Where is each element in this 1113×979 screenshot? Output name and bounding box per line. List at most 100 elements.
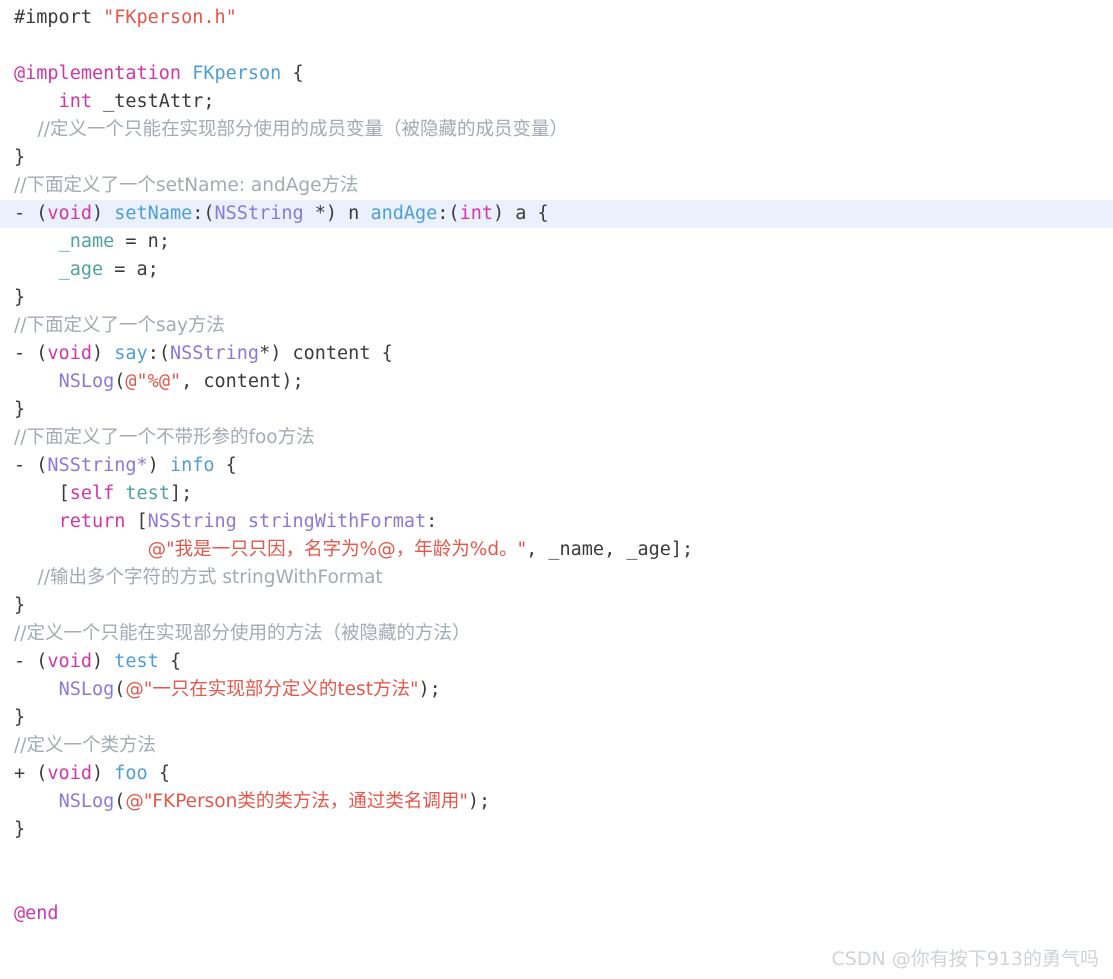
- code-line-3: @implementation FKperson {: [0, 60, 1113, 88]
- bracket-close: ];: [670, 539, 694, 560]
- punctuation: ): [91, 651, 115, 672]
- open-brace: {: [147, 763, 170, 784]
- selector-setname: setName: [114, 203, 193, 224]
- void-keyword: void: [47, 203, 92, 224]
- ivar-name: _name: [58, 231, 115, 252]
- test-message: test: [125, 483, 170, 504]
- class-name: FKperson: [192, 63, 282, 84]
- code-line-16: //下面定义了一个不带形参的foo方法: [0, 424, 1113, 452]
- open-brace: {: [281, 63, 304, 84]
- code-line-29: NSLog(@"FKPerson类的类方法，通过类名调用");: [0, 788, 1113, 816]
- punctuation: :(: [147, 343, 170, 364]
- chinese-log-string: @"一只在实现部分定义的test方法": [125, 679, 419, 700]
- code-line-20: @"我是一只只因，名字为%@，年龄为%d。", _name, _age];: [0, 536, 1113, 564]
- bracket-open: [: [125, 511, 148, 532]
- code-line-7: //下面定义了一个setName: andAge方法: [0, 172, 1113, 200]
- code-line-8-highlighted[interactable]: - (void) setName:(NSString *) n andAge:(…: [0, 200, 1113, 228]
- nsstring-type: NSString: [214, 203, 304, 224]
- punctuation: *) n: [303, 203, 371, 224]
- int-keyword: int: [58, 91, 92, 112]
- punctuation: );: [467, 791, 491, 812]
- selector-test: test: [114, 651, 159, 672]
- code-line-17: - (NSString*) info {: [0, 452, 1113, 480]
- nslog-call: NSLog: [58, 791, 115, 812]
- code-line-18: [self test];: [0, 480, 1113, 508]
- code-line-23: //定义一个只能在实现部分使用的方法（被隐藏的方法）: [0, 620, 1113, 648]
- punctuation: :(: [437, 203, 460, 224]
- implementation-keyword: @implementation: [14, 63, 182, 84]
- instance-method-dash: - (: [14, 343, 48, 364]
- code-line-30: }: [0, 816, 1113, 844]
- arguments: , content);: [181, 371, 304, 392]
- code-editor-pane: #import "FKperson.h" @implementation FKp…: [0, 0, 1113, 979]
- code-line-6: }: [0, 144, 1113, 172]
- import-header-string: "FKperson.h": [103, 7, 237, 28]
- bracket-open: [: [58, 483, 70, 504]
- selector-foo: foo: [114, 763, 148, 784]
- code-line-22: }: [0, 592, 1113, 620]
- punctuation: (: [114, 371, 126, 392]
- punctuation: ) a {: [492, 203, 549, 224]
- nsstring-type: NSString: [169, 343, 260, 364]
- code-line-11: }: [0, 284, 1113, 312]
- colon: :: [426, 511, 438, 532]
- punctuation: ): [91, 203, 115, 224]
- comment-class-method-note: //定义一个类方法: [14, 735, 156, 756]
- assignment: = a;: [103, 259, 159, 280]
- end-directive: @end: [14, 903, 59, 924]
- code-line-1: #import "FKperson.h": [0, 4, 1113, 32]
- arg-age: _age: [626, 539, 671, 560]
- close-brace: }: [14, 399, 26, 420]
- csdn-watermark: CSDN @你有按下913的勇气吗: [831, 948, 1099, 970]
- code-line-19: return [NSString stringWithFormat:: [0, 508, 1113, 536]
- self-keyword: self: [69, 483, 115, 504]
- code-line-14: NSLog(@"%@", content);: [0, 368, 1113, 396]
- code-line-25: NSLog(@"一只在实现部分定义的test方法");: [0, 676, 1113, 704]
- close-brace: }: [14, 287, 26, 308]
- code-line-28: + (void) foo {: [0, 760, 1113, 788]
- void-keyword: void: [47, 651, 92, 672]
- comment-foo-note: //下面定义了一个不带形参的foo方法: [14, 427, 315, 448]
- nslog-call: NSLog: [58, 679, 115, 700]
- instance-method-dash: - (: [14, 203, 48, 224]
- punctuation: ): [91, 343, 115, 364]
- selector-andage: andAge: [370, 203, 438, 224]
- instance-method-dash: - (: [14, 455, 48, 476]
- instance-method-dash: - (: [14, 651, 48, 672]
- code-line-10: _age = a;: [0, 256, 1113, 284]
- void-keyword: void: [47, 343, 92, 364]
- comment-say-note: //下面定义了一个say方法: [14, 315, 225, 336]
- assignment: = n;: [114, 231, 170, 252]
- return-keyword: return: [58, 511, 126, 532]
- int-keyword: int: [459, 203, 493, 224]
- comma: ,: [526, 539, 549, 560]
- code-line-33: @end: [0, 900, 1113, 928]
- punctuation: ): [147, 455, 170, 476]
- code-line-4: int _testAttr;: [0, 88, 1113, 116]
- chinese-class-method-string: @"FKPerson类的类方法，通过类名调用": [125, 791, 468, 812]
- ivar-age: _age: [58, 259, 104, 280]
- code-line-9: _name = n;: [0, 228, 1113, 256]
- punctuation: (: [114, 791, 126, 812]
- close-brace: }: [14, 707, 26, 728]
- comment-stringwithformat-note: //输出多个字符的方式 stringWithFormat: [14, 567, 383, 588]
- class-method-plus: + (: [14, 763, 48, 784]
- close-brace: }: [14, 819, 26, 840]
- nsstring-return-type: NSString*: [47, 455, 148, 476]
- preprocessor-directive: #import: [14, 7, 92, 28]
- code-line-15: }: [0, 396, 1113, 424]
- selector-info: info: [169, 455, 215, 476]
- format-string: @"%@": [125, 371, 182, 392]
- comment-ivar-note: //定义一个只能在实现部分使用的成员变量（被隐藏的成员变量）: [14, 119, 568, 140]
